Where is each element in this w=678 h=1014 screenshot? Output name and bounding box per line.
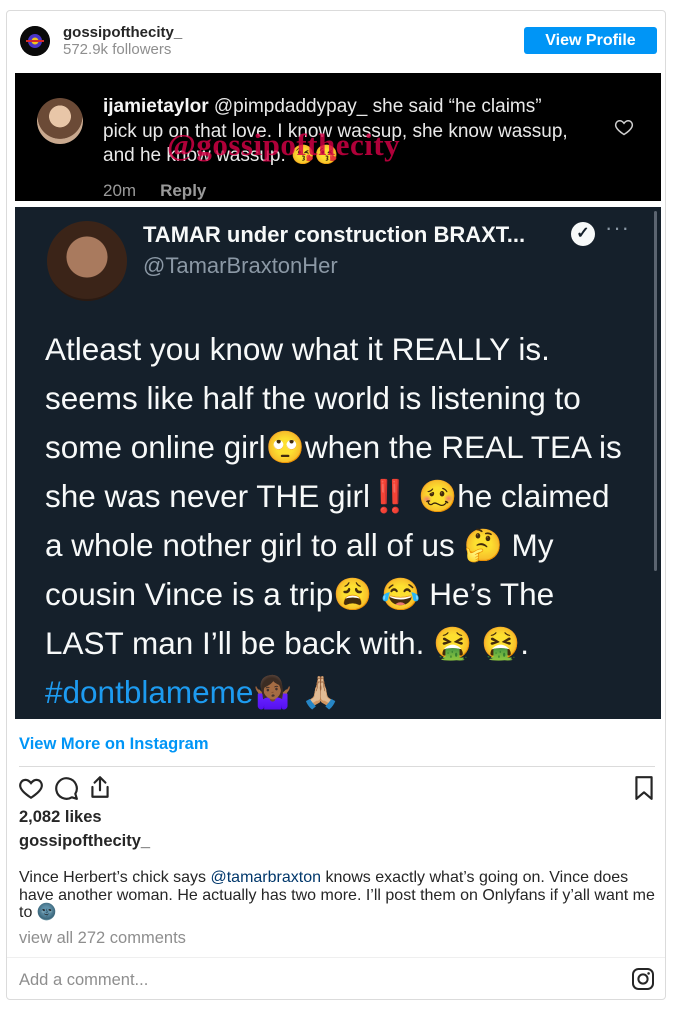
share-icon[interactable]: [87, 774, 113, 800]
post-image[interactable]: ijamietaylor @pimpdaddypay_ she said “he…: [15, 73, 661, 719]
add-comment-input[interactable]: Add a comment...: [19, 971, 148, 990]
post-caption: Vince Herbert’s chick says @tamarbraxton…: [19, 869, 655, 922]
caption-username[interactable]: gossipofthecity_: [19, 832, 150, 851]
comment-mention: @pimpdaddypay_: [213, 96, 368, 117]
verified-badge-icon: ✓: [571, 222, 595, 246]
instagram-embed: gossipofthecity_ 572.9k followers View P…: [6, 10, 666, 1000]
comment-heart-icon: [614, 119, 634, 136]
view-profile-button[interactable]: View Profile: [524, 27, 657, 54]
tweet-hashtag: #dontblameme🤷🏾‍♀️ 🙏🏼: [45, 674, 341, 710]
footer-divider: [7, 957, 665, 958]
profile-avatar[interactable]: [20, 26, 50, 56]
screenshot-tweet: TAMAR under construction BRAXT... ✓ ··· …: [15, 207, 661, 719]
tweet-text: Atleast you know what it REALLY is. seem…: [45, 331, 622, 661]
divider: [19, 766, 655, 767]
view-more-link[interactable]: View More on Instagram: [19, 735, 209, 754]
instagram-logo-icon[interactable]: [631, 967, 655, 991]
avatar-logo-icon: [20, 26, 50, 56]
commenter-username: ijamietaylor: [103, 96, 209, 117]
tweet-body: Atleast you know what it REALLY is. seem…: [45, 325, 635, 717]
like-count[interactable]: 2,082 likes: [19, 808, 102, 827]
screenshot-comment: ijamietaylor @pimpdaddypay_ she said “he…: [15, 73, 661, 201]
header-username[interactable]: gossipofthecity_: [63, 24, 182, 41]
tweet-avatar: [47, 221, 127, 301]
bookmark-icon[interactable]: [631, 775, 657, 801]
tweet-display-name: TAMAR under construction BRAXT...: [143, 222, 526, 247]
more-options-icon: ···: [605, 215, 630, 240]
post-header: gossipofthecity_ 572.9k followers View P…: [7, 11, 665, 71]
tweet-handle: @TamarBraxtonHer: [143, 253, 338, 278]
comment-meta: 20m Reply: [103, 181, 206, 201]
view-all-comments-link[interactable]: view all 272 comments: [19, 929, 186, 948]
commenter-avatar: [37, 98, 83, 144]
comment-reply: Reply: [160, 181, 207, 200]
tweet-scrollbar: [654, 211, 657, 571]
caption-text-start: Vince Herbert’s chick says: [19, 869, 211, 886]
comment-icon[interactable]: [53, 775, 79, 801]
heart-icon[interactable]: [18, 775, 44, 801]
watermark: @gossipofthecity: [167, 127, 401, 162]
caption-mention[interactable]: @tamarbraxton: [210, 869, 321, 886]
follower-count: 572.9k followers: [63, 41, 172, 58]
comment-time: 20m: [103, 181, 137, 200]
